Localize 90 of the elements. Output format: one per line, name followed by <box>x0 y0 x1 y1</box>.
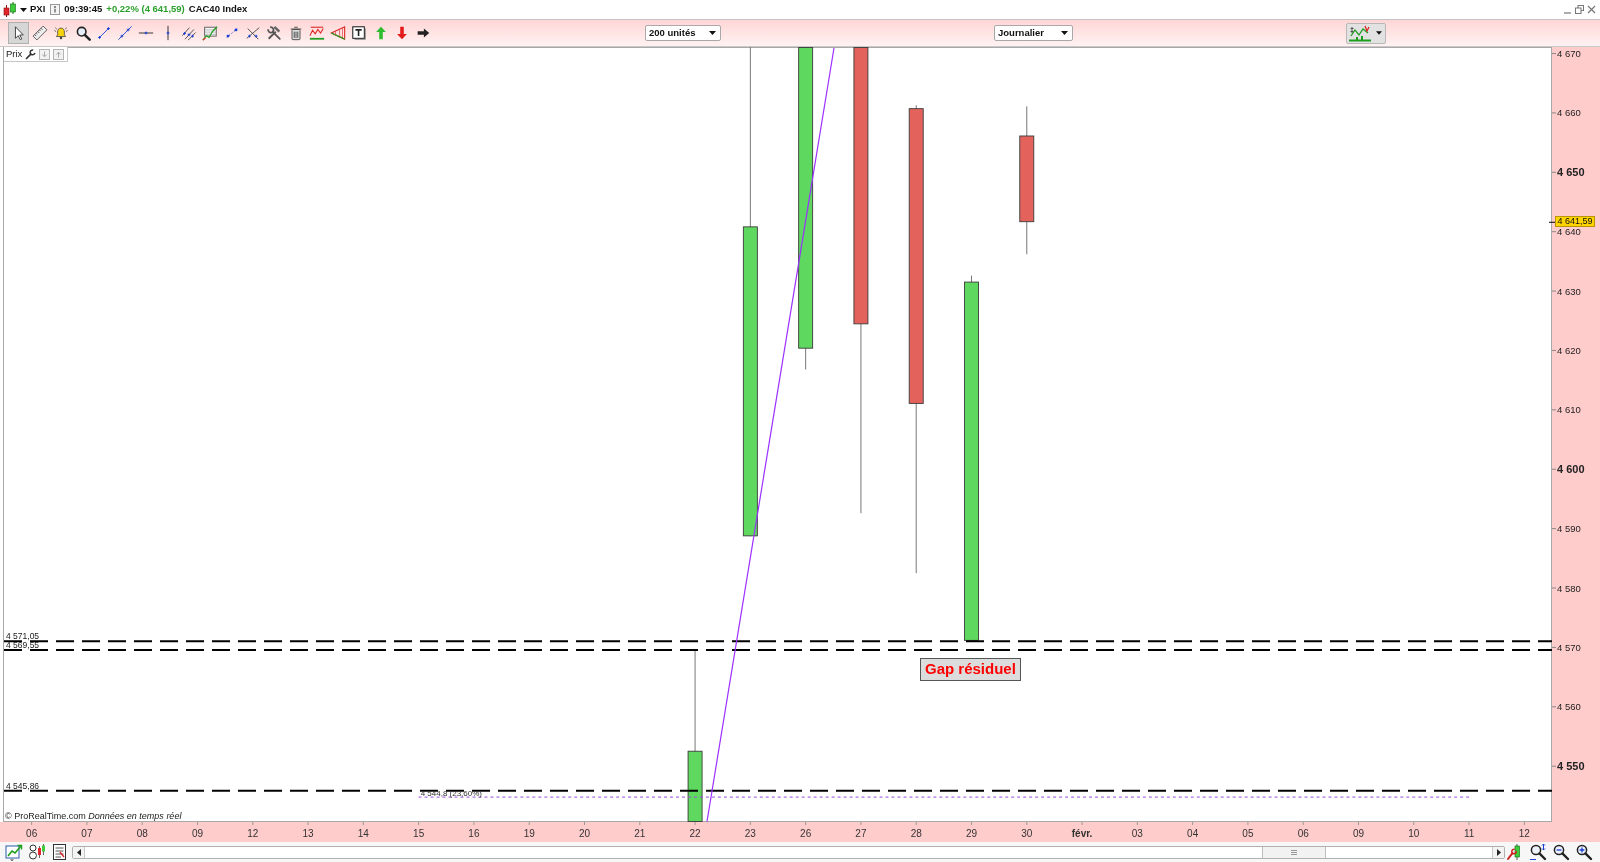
price-level-label: 4 545,86 <box>6 780 40 791</box>
chart-type-button[interactable] <box>1346 22 1386 44</box>
date-axis-label: 13 <box>302 827 314 839</box>
chart-levels-icon <box>202 25 219 41</box>
panel-title: Prix <box>6 49 23 59</box>
date-axis-label: 16 <box>468 827 480 839</box>
price-level-label: 4 569,55 <box>6 640 40 651</box>
date-axis-label: 11 <box>1463 827 1475 839</box>
date-axis-label: 04 <box>1187 827 1199 839</box>
caret-icon <box>20 7 27 12</box>
price-axis-label: 4 600 <box>1557 463 1585 476</box>
price-axis-label: 4 560 <box>1557 701 1581 713</box>
document-icon[interactable] <box>51 843 69 861</box>
triangle-lines-icon <box>330 25 347 41</box>
horizontal-line-icon <box>138 31 155 35</box>
date-axis-label: 29 <box>965 827 978 839</box>
price-axis-label: 4 550 <box>1557 760 1585 773</box>
date-axis-label: 30 <box>1021 827 1033 839</box>
close-icon[interactable] <box>1587 5 1596 14</box>
scroll-right-button[interactable] <box>1492 846 1504 858</box>
price-axis-label: 4 580 <box>1557 582 1581 594</box>
date-axis-label: 22 <box>689 827 701 839</box>
date-axis-label: 12 <box>1518 827 1530 839</box>
price-axis-label: 4 630 <box>1557 285 1581 297</box>
zoom-in-icon[interactable] <box>1575 843 1593 861</box>
price-axis-label: 4 610 <box>1557 404 1581 416</box>
zoom-out-icon[interactable] <box>1552 843 1570 861</box>
date-axis-label: 06 <box>1297 827 1309 839</box>
tool-button[interactable] <box>8 22 30 44</box>
caret-icon <box>1376 31 1382 35</box>
price-level-label: 4 571,05 <box>6 631 40 642</box>
price-axis-label: 4 670 <box>1557 48 1581 60</box>
chart-type-icon <box>1348 24 1372 42</box>
date-axis-label: 21 <box>634 827 646 839</box>
line-segment-icon <box>95 25 112 41</box>
wrench-icon[interactable] <box>25 48 37 60</box>
date-axis-label: 28 <box>910 827 922 839</box>
date-axis-label: 05 <box>1242 827 1254 839</box>
crossing-lines-icon <box>244 25 261 41</box>
grip-icon <box>1291 849 1297 855</box>
date-axis-label: févr. <box>1071 827 1093 839</box>
parallel-lines-icon <box>181 25 197 41</box>
date-axis-label: 20 <box>578 827 591 839</box>
restore-icon[interactable] <box>1575 5 1584 14</box>
price-change-label: +0,22% (4 641,59) <box>106 2 185 17</box>
date-axis-label: 10 <box>1408 827 1420 839</box>
date-axis-label: 07 <box>81 827 93 839</box>
date-axis-label: 14 <box>357 827 369 839</box>
price-axis-label: 4 590 <box>1557 523 1581 535</box>
last-price-tag: 4 641,59 <box>1555 216 1596 228</box>
right-triangle-icon <box>1496 848 1501 856</box>
candlestick-icon <box>3 2 17 17</box>
date-axis-label: 27 <box>855 827 867 839</box>
time-label: 09:39:45 <box>64 2 103 17</box>
date-axis-label: 23 <box>744 827 756 839</box>
price-axis-label: 4 620 <box>1557 344 1581 356</box>
symbol-label[interactable]: PXI <box>30 2 46 17</box>
date-axis-label: 03 <box>1131 827 1143 839</box>
date-axis-label: 08 <box>136 827 148 839</box>
left-triangle-icon <box>76 848 81 856</box>
instrument-label: CAC40 Index <box>188 2 248 17</box>
candles-icon[interactable] <box>28 843 46 861</box>
line-chart-icon <box>308 25 325 41</box>
magnifier-icon <box>74 25 91 41</box>
chart-annotation: Gap résiduel <box>920 658 1021 681</box>
date-axis-label: 15 <box>413 827 425 839</box>
bell-icon <box>53 25 70 41</box>
date-axis-label: 26 <box>800 827 812 839</box>
caret-icon <box>1061 31 1068 35</box>
diagonal-line-icon <box>117 25 134 41</box>
data-source-note: © ProRealTime.com Données en temps réel <box>5 811 182 822</box>
scrollbar-thumb[interactable] <box>1262 846 1326 858</box>
date-axis-label: 19 <box>523 827 535 839</box>
price-axis-label: 4 570 <box>1557 641 1581 653</box>
date-axis-label: 09 <box>191 827 204 839</box>
vertical-line-icon <box>165 25 170 41</box>
date-axis-label: 12 <box>247 827 259 839</box>
period-dropdown[interactable]: Journalier <box>994 25 1073 41</box>
info-icon[interactable] <box>50 4 61 15</box>
date-axis-label: 06 <box>26 827 38 839</box>
date-axis-label: 09 <box>1352 827 1365 839</box>
text-tool-icon <box>351 25 368 41</box>
zoom-fit-icon[interactable] <box>1529 843 1547 861</box>
price-axis-label: 4 640 <box>1557 226 1581 238</box>
price-axis-label: 4 660 <box>1557 107 1581 119</box>
hammer-wrench-icon <box>266 25 283 41</box>
scroll-left-button[interactable] <box>73 846 85 858</box>
units-dropdown[interactable]: 200 unités <box>645 25 721 41</box>
caret-icon <box>709 31 716 35</box>
price-axis-label: 4 650 <box>1557 166 1585 179</box>
